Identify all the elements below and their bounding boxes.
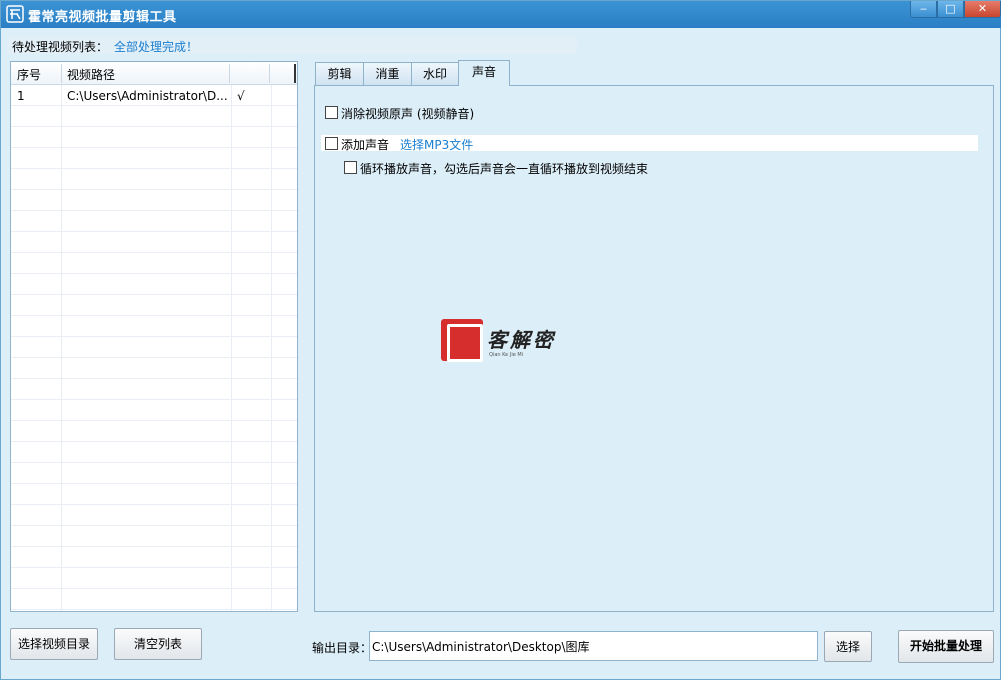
empty-row	[11, 274, 297, 295]
empty-row	[11, 505, 297, 526]
loop-audio-label[interactable]: 循环播放声音，勾选后声音会一直循环播放到视频结束	[360, 160, 648, 177]
column-divider[interactable]	[229, 64, 230, 83]
empty-row	[11, 253, 297, 274]
loop-audio-checkbox[interactable]	[344, 161, 357, 174]
empty-row	[11, 589, 297, 610]
close-button[interactable]: ✕	[964, 1, 1001, 18]
add-audio-label[interactable]: 添加声音	[341, 136, 389, 153]
empty-row	[11, 169, 297, 190]
clear-list-button[interactable]: 清空列表	[114, 628, 202, 660]
empty-row	[11, 421, 297, 442]
mute-original-checkbox[interactable]	[325, 106, 338, 119]
maximize-button[interactable]: □	[937, 1, 964, 18]
pending-status: 全部处理完成！	[114, 40, 199, 54]
app-logo-icon	[6, 5, 24, 23]
empty-row	[11, 379, 297, 400]
pending-bar: 待处理视频列表： 全部处理完成！	[7, 36, 577, 54]
empty-row	[11, 127, 297, 148]
minimize-button[interactable]: ‒	[910, 1, 937, 18]
watermark-seal-icon	[441, 319, 483, 362]
row-status-check: √	[237, 89, 245, 103]
empty-row	[11, 190, 297, 211]
watermark-logo: 客解密 Qian Ke Jie Mi	[441, 319, 571, 364]
empty-row	[11, 568, 297, 589]
empty-row	[11, 211, 297, 232]
column-header-index[interactable]: 序号	[17, 66, 41, 83]
column-divider[interactable]	[269, 64, 270, 83]
empty-row	[11, 526, 297, 547]
title-bar[interactable]: 霍常亮视频批量剪辑工具 ‒ □ ✕	[1, 1, 1001, 28]
empty-row	[11, 148, 297, 169]
row-index: 1	[17, 89, 25, 103]
empty-row	[11, 316, 297, 337]
empty-row	[11, 295, 297, 316]
output-dir-input[interactable]	[369, 631, 818, 661]
empty-row	[11, 106, 297, 127]
choose-mp3-link[interactable]: 选择MP3文件	[400, 136, 473, 153]
window-title: 霍常亮视频批量剪辑工具	[28, 10, 177, 25]
tab-sound[interactable]: 声音	[458, 60, 510, 86]
watermark-text: 客解密	[487, 328, 556, 352]
mute-original-label[interactable]: 消除视频原声 (视频静音)	[341, 105, 474, 122]
tab-edit[interactable]: 剪辑	[315, 62, 364, 86]
empty-row	[11, 358, 297, 379]
sound-tab-panel: 消除视频原声 (视频静音) 添加声音 选择MP3文件 循环播放声音，勾选后声音会…	[314, 85, 994, 612]
empty-row	[11, 337, 297, 358]
table-header: 序号 视频路径	[11, 62, 297, 85]
tab-watermark[interactable]: 水印	[411, 62, 459, 86]
row-path: C:\Users\Administrator\D...	[67, 89, 228, 103]
empty-row	[11, 232, 297, 253]
empty-row	[11, 442, 297, 463]
table-row[interactable]: 1 C:\Users\Administrator\D... √	[11, 85, 297, 106]
output-dir-label: 输出目录：	[312, 641, 373, 655]
watermark-subtext: Qian Ke Jie Mi	[489, 352, 524, 358]
start-batch-button[interactable]: 开始批量处理	[898, 630, 994, 663]
tab-dedupe[interactable]: 消重	[363, 62, 412, 86]
select-output-button[interactable]: 选择	[824, 631, 872, 662]
select-video-dir-button[interactable]: 选择视频目录	[10, 628, 98, 660]
empty-row	[11, 400, 297, 421]
pending-label: 待处理视频列表：	[12, 40, 109, 54]
empty-row	[11, 463, 297, 484]
empty-row	[11, 547, 297, 568]
column-divider[interactable]	[61, 64, 62, 83]
column-resize-handle[interactable]	[294, 64, 296, 83]
empty-row	[11, 484, 297, 505]
add-audio-checkbox[interactable]	[325, 137, 338, 150]
column-header-path[interactable]: 视频路径	[67, 66, 115, 83]
video-list-table[interactable]: 序号 视频路径 1 C:\Users\Administrator\D... √	[10, 61, 298, 612]
app-window: 霍常亮视频批量剪辑工具 ‒ □ ✕ 待处理视频列表： 全部处理完成！ 序号 视频…	[0, 0, 1001, 680]
